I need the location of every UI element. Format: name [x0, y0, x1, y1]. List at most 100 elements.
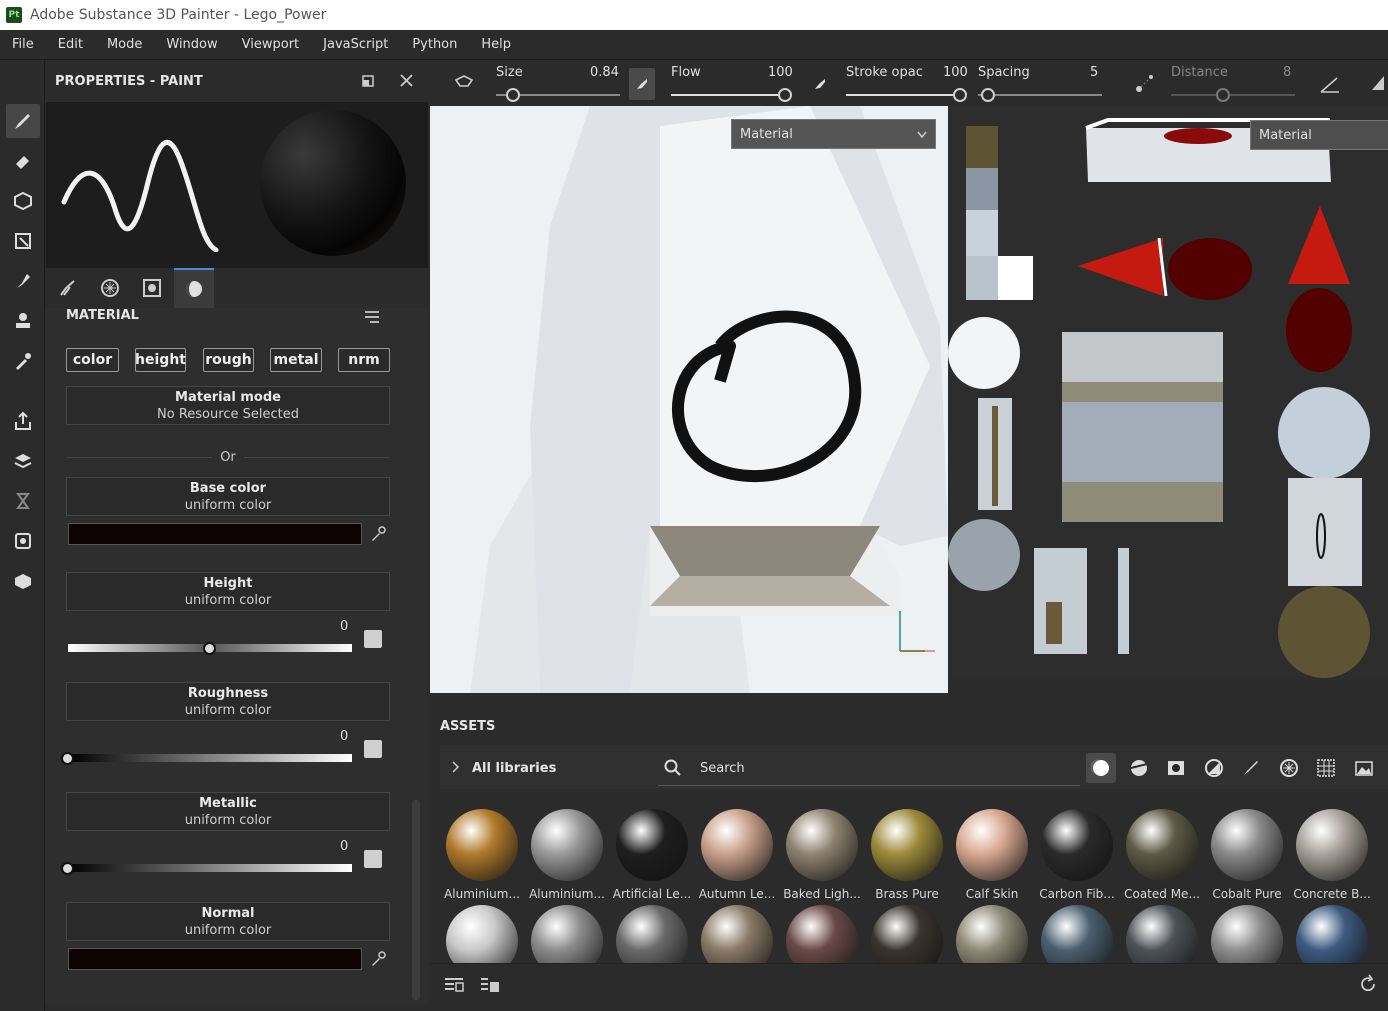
metallic-slot[interactable]: Metallic uniform color — [66, 792, 390, 831]
asset-tile[interactable]: Baked Ligh... — [780, 809, 864, 901]
roughness-slider-knob[interactable] — [61, 752, 74, 765]
menu-viewport[interactable]: Viewport — [242, 37, 300, 52]
history-tool[interactable] — [6, 484, 40, 518]
asset-tile[interactable] — [950, 905, 1034, 963]
asset-tile[interactable]: Artificial Le... — [610, 809, 694, 901]
asset-tile[interactable] — [1205, 905, 1289, 963]
asset-tile[interactable]: Aluminium... — [440, 809, 524, 901]
uv-viewport-mode-dropdown[interactable]: Material — [1250, 120, 1388, 150]
angle-icon[interactable] — [1318, 72, 1342, 96]
symmetry-icon[interactable] — [452, 72, 476, 96]
menu-mode[interactable]: Mode — [107, 37, 142, 52]
channel-metal-toggle[interactable]: metal — [270, 348, 322, 372]
asset-tile[interactable]: Concrete B... — [1290, 809, 1374, 901]
tab-stencil[interactable] — [132, 268, 172, 308]
menu-edit[interactable]: Edit — [58, 37, 83, 52]
asset-tile[interactable] — [1035, 905, 1119, 963]
flow-slider[interactable] — [671, 94, 791, 96]
stroke-opacity-slider-knob[interactable] — [953, 88, 967, 102]
base-color-slot[interactable]: Base color uniform color — [66, 477, 390, 516]
refresh-icon[interactable] — [1358, 974, 1378, 994]
roughness-slot[interactable]: Roughness uniform color — [66, 682, 390, 721]
filter-generators[interactable] — [1199, 753, 1229, 783]
projection-tool[interactable] — [6, 184, 40, 218]
search-input[interactable]: Search — [700, 761, 745, 776]
stroke-opacity-value[interactable]: 100 — [943, 65, 968, 80]
lazy-mouse-icon[interactable] — [1134, 72, 1156, 94]
height-slider-knob[interactable] — [203, 642, 216, 655]
filter-materials[interactable] — [1086, 753, 1116, 783]
metallic-slider-knob[interactable] — [61, 862, 74, 875]
height-slot[interactable]: Height uniform color — [66, 572, 390, 611]
flow-slider-knob[interactable] — [778, 88, 792, 102]
size-slider-knob[interactable] — [506, 88, 520, 102]
color-picker-tool[interactable] — [6, 344, 40, 378]
roughness-random-button[interactable] — [364, 740, 382, 758]
asset-tile[interactable]: Aluminium... — [525, 809, 609, 901]
float-panel-icon[interactable] — [362, 75, 374, 87]
channel-rough-toggle[interactable]: rough — [203, 348, 254, 372]
3d-viewport[interactable]: Material — [430, 106, 948, 693]
eyedropper-icon[interactable] — [370, 951, 386, 967]
bake-tool[interactable] — [6, 444, 40, 478]
more-options-icon[interactable] — [1370, 74, 1386, 92]
paint-brush-tool[interactable] — [6, 104, 40, 138]
menu-file[interactable]: File — [12, 37, 34, 52]
asset-tile[interactable]: Coated Me... — [1120, 809, 1204, 901]
menu-window[interactable]: Window — [166, 37, 217, 52]
asset-tile[interactable]: Autumn Le... — [695, 809, 779, 901]
spacing-slider[interactable] — [978, 94, 1102, 96]
filter-masks[interactable] — [1161, 753, 1191, 783]
tab-brush[interactable] — [48, 268, 88, 308]
asset-tile[interactable]: Carbon Fib... — [1035, 809, 1119, 901]
list-view-icon[interactable] — [444, 976, 464, 994]
folder-view-icon[interactable] — [480, 976, 500, 994]
library-selector[interactable]: All libraries — [472, 761, 556, 776]
distance-value[interactable]: 8 — [1283, 65, 1291, 80]
menu-javascript[interactable]: JavaScript — [323, 37, 388, 52]
properties-scrollbar[interactable] — [412, 800, 420, 1000]
asset-tile[interactable] — [865, 905, 949, 963]
asset-tile[interactable] — [610, 905, 694, 963]
flow-pressure-toggle[interactable] — [629, 68, 655, 100]
spacing-slider-knob[interactable] — [981, 88, 995, 102]
polygon-fill-tool[interactable] — [6, 224, 40, 258]
channel-color-toggle[interactable]: color — [66, 348, 119, 372]
asset-tile[interactable]: Brass Pure — [865, 809, 949, 901]
chevron-right-icon[interactable] — [452, 761, 460, 773]
menu-list-icon[interactable] — [364, 310, 380, 324]
material-mode-slot[interactable]: Material mode No Resource Selected — [66, 386, 390, 425]
close-icon[interactable] — [400, 74, 413, 87]
normal-slot[interactable]: Normal uniform color — [66, 902, 390, 941]
filter-smart-materials[interactable] — [1124, 753, 1154, 783]
asset-tile[interactable] — [1290, 905, 1374, 963]
viewport-mode-dropdown[interactable]: Material — [731, 119, 936, 149]
refresh-tool[interactable] — [6, 524, 40, 558]
tab-material[interactable] — [174, 268, 214, 308]
flow-value[interactable]: 100 — [768, 65, 793, 80]
filter-environments[interactable] — [1349, 753, 1379, 783]
filter-textures[interactable] — [1311, 753, 1341, 783]
distance-slider-knob[interactable] — [1216, 88, 1230, 102]
smudge-tool[interactable] — [6, 264, 40, 298]
asset-tile[interactable] — [440, 905, 524, 963]
size-value[interactable]: 0.84 — [590, 65, 619, 80]
spacing-value[interactable]: 5 — [1090, 65, 1098, 80]
asset-tile[interactable] — [780, 905, 864, 963]
asset-tile[interactable] — [1120, 905, 1204, 963]
base-color-swatch[interactable] — [68, 523, 362, 545]
normal-swatch[interactable] — [68, 948, 362, 970]
2d-uv-viewport[interactable]: Material — [948, 106, 1388, 679]
display-tool[interactable] — [6, 564, 40, 598]
asset-tile[interactable]: Calf Skin — [950, 809, 1034, 901]
asset-tile[interactable]: Cobalt Pure — [1205, 809, 1289, 901]
pen-pressure-icon[interactable] — [812, 76, 828, 92]
filter-brushes[interactable] — [1236, 753, 1266, 783]
eyedropper-icon[interactable] — [370, 526, 386, 542]
channel-nrm-toggle[interactable]: nrm — [338, 348, 390, 372]
metallic-slider[interactable] — [68, 864, 352, 872]
height-random-button[interactable] — [364, 630, 382, 648]
channel-height-toggle[interactable]: height — [135, 348, 186, 372]
eraser-tool[interactable] — [6, 144, 40, 178]
tab-alpha[interactable] — [90, 268, 130, 308]
